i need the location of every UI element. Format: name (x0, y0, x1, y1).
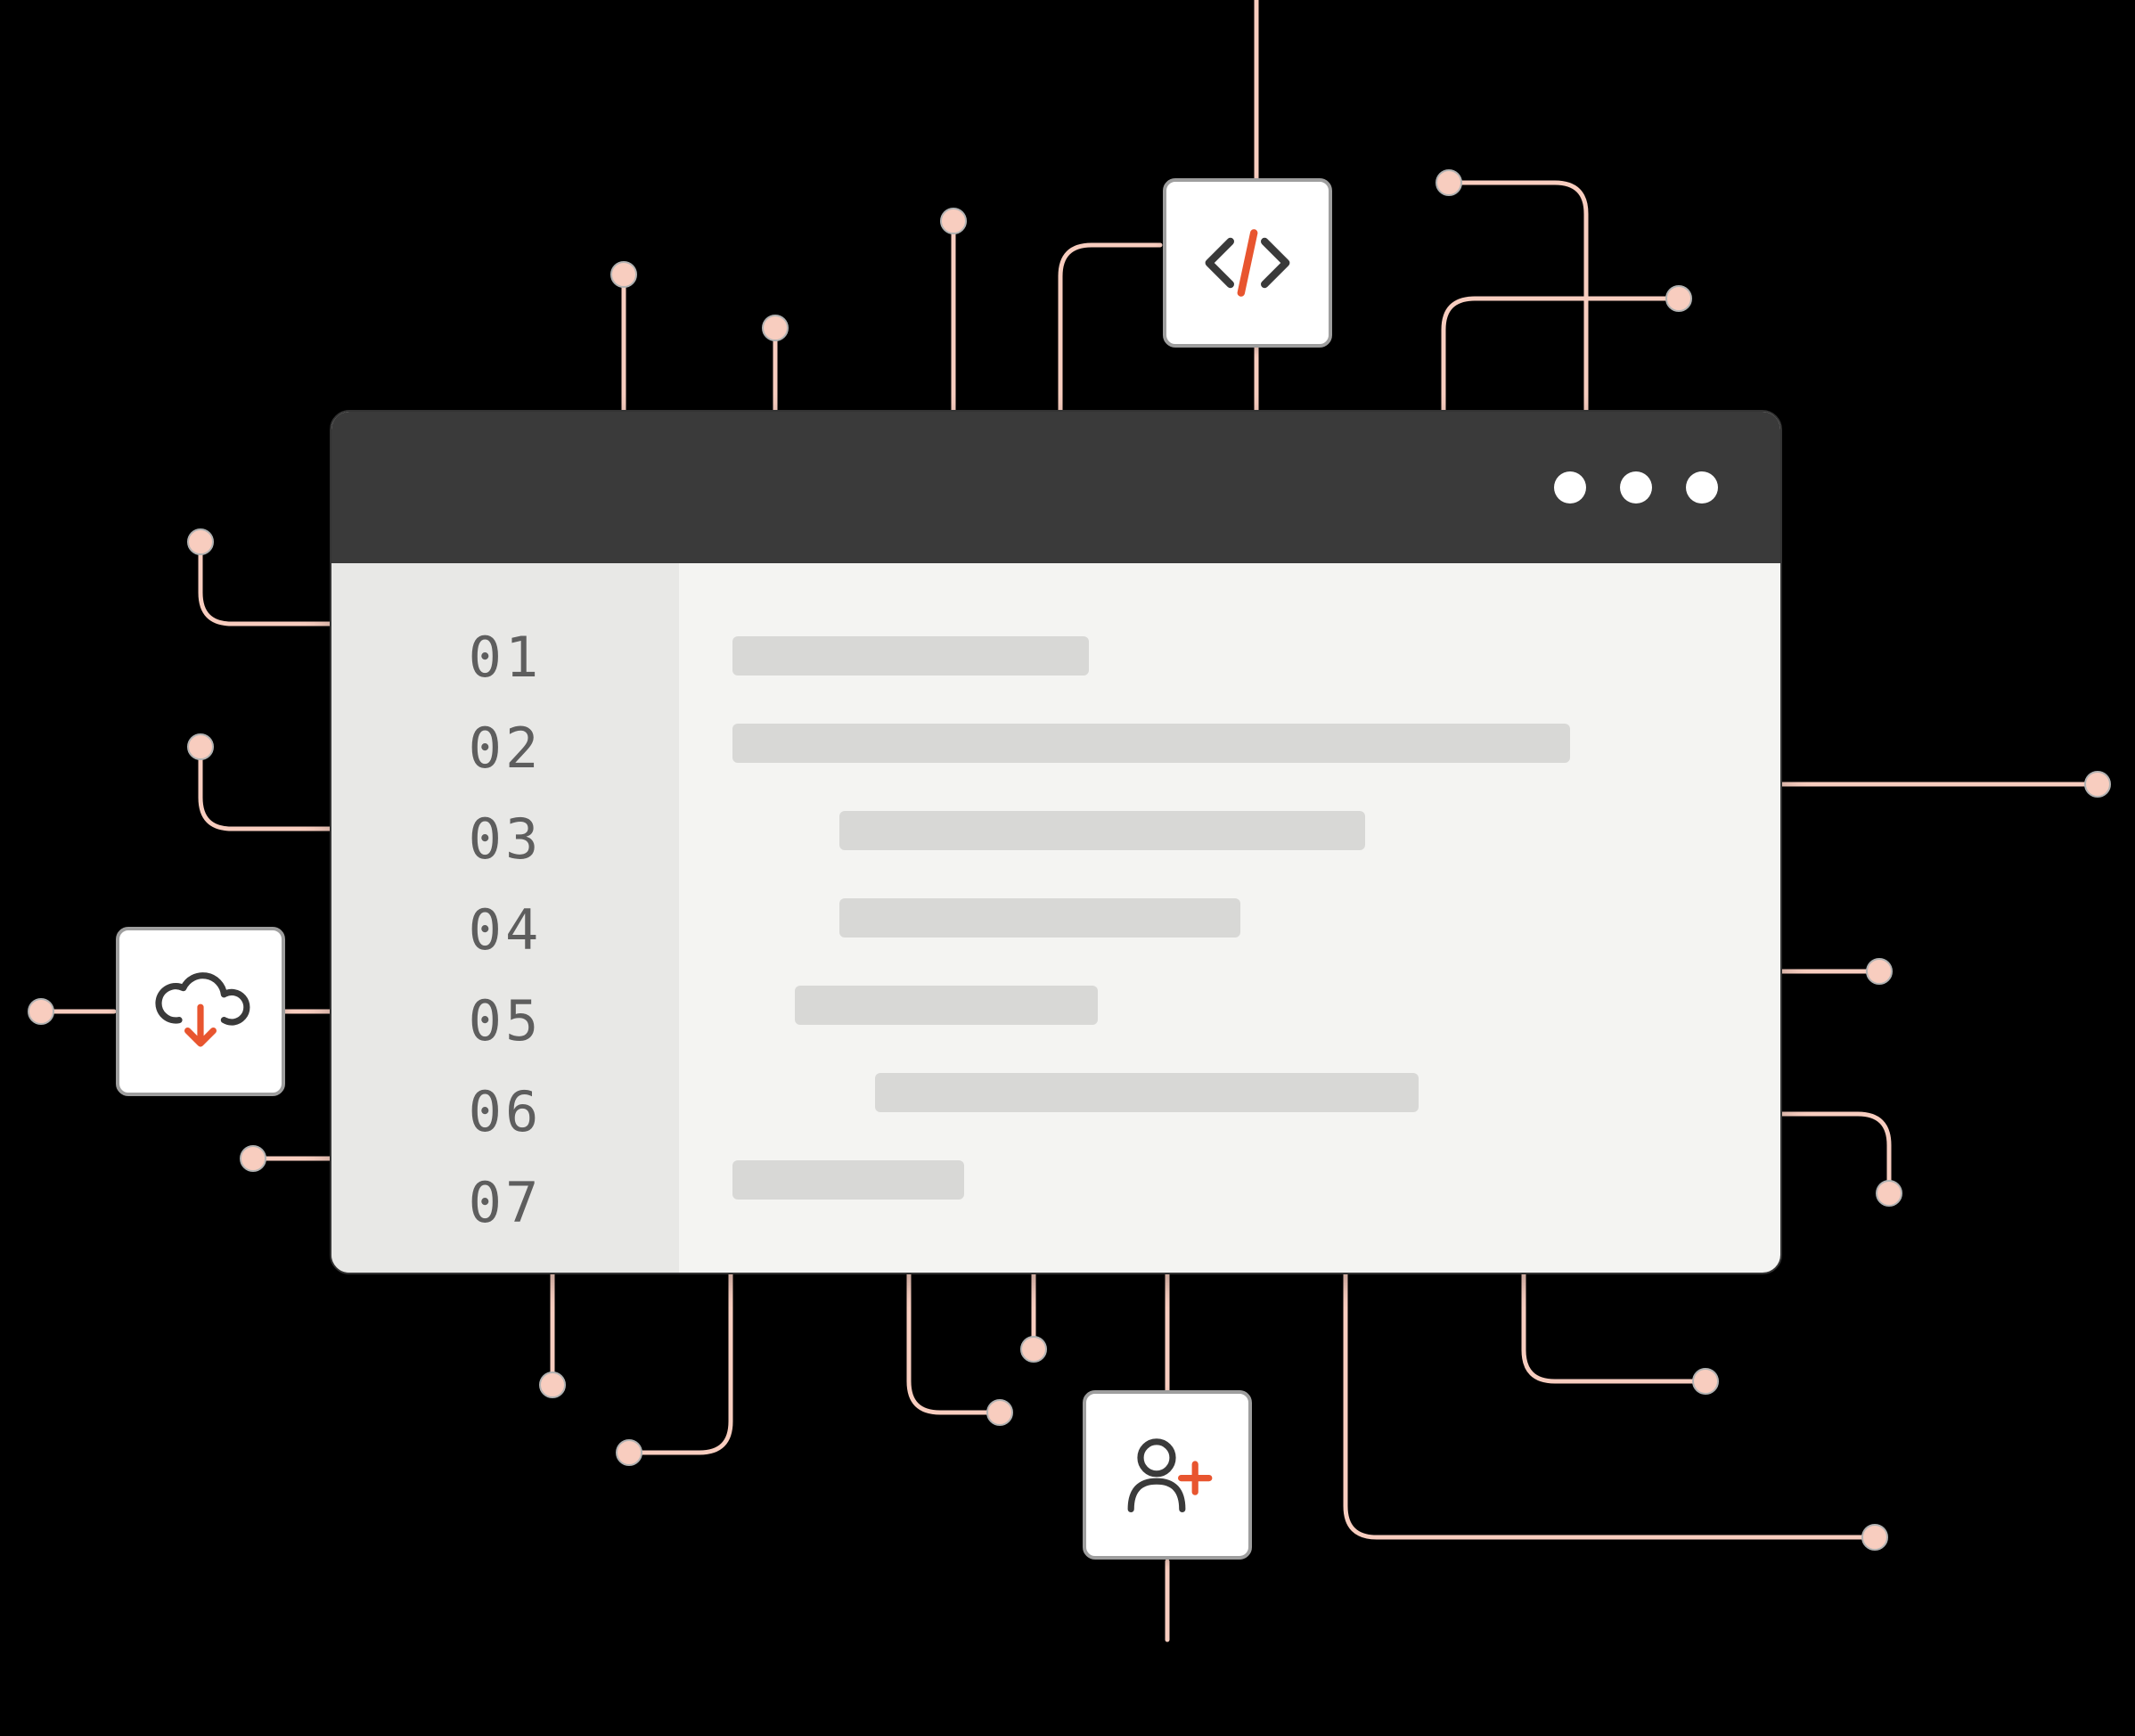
code-tag-icon (1194, 209, 1301, 316)
line-number-gutter: 01 02 03 04 05 06 07 (331, 563, 679, 1273)
code-bar (732, 724, 1570, 763)
line-number: 07 (469, 1158, 543, 1249)
code-bar (732, 636, 1089, 676)
window-titlebar (331, 412, 1780, 563)
line-number: 02 (469, 703, 543, 794)
code-bar (795, 986, 1098, 1025)
editor-window: 01 02 03 04 05 06 07 (330, 410, 1782, 1274)
add-user-icon (1114, 1421, 1221, 1528)
window-control-dot[interactable] (1554, 471, 1586, 504)
cloud-download-tile (116, 927, 285, 1096)
code-area (679, 563, 1780, 1273)
code-bar (839, 898, 1240, 938)
code-tag-tile (1163, 178, 1332, 348)
code-bar (839, 811, 1365, 850)
line-number: 06 (469, 1067, 543, 1158)
line-number: 04 (469, 885, 543, 976)
window-control-dot[interactable] (1620, 471, 1652, 504)
line-number: 03 (469, 794, 543, 885)
code-bar (875, 1073, 1419, 1112)
cloud-download-icon (147, 958, 254, 1065)
code-bar (732, 1160, 964, 1200)
add-user-tile (1083, 1390, 1252, 1560)
window-control-dot[interactable] (1686, 471, 1718, 504)
line-number: 01 (469, 612, 543, 703)
line-number: 05 (469, 976, 543, 1067)
